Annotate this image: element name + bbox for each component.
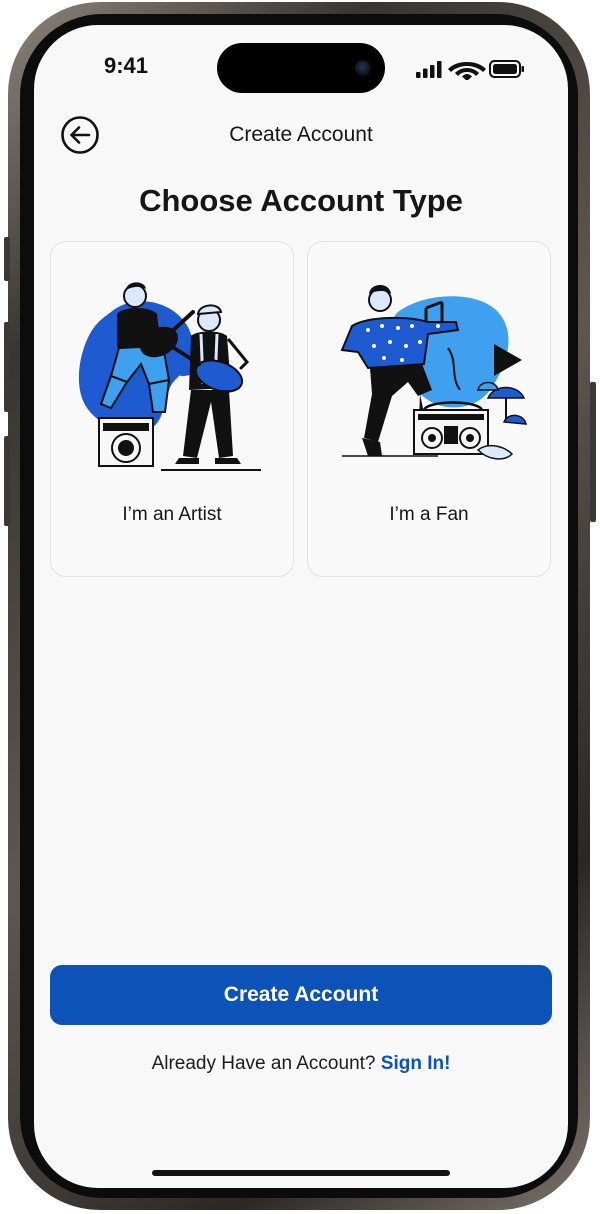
artist-account-card[interactable]: I’m an Artist: [50, 241, 294, 577]
signin-row: Already Have an Account? Sign In!: [34, 1053, 568, 1075]
volume-down-button: [4, 436, 10, 526]
volume-up-button: [4, 322, 10, 412]
create-account-button[interactable]: Create Account: [50, 965, 552, 1025]
status-time: 9:41: [104, 53, 149, 78]
action-button: [4, 237, 10, 281]
battery-icon: [489, 60, 524, 78]
status-icons: [414, 58, 554, 81]
fan-account-card[interactable]: I’m a Fan: [307, 241, 551, 577]
play-icon: [494, 344, 522, 376]
dynamic-island: [217, 43, 385, 93]
signin-prompt: Already Have an Account?: [151, 1053, 376, 1074]
boombox-icon: [413, 401, 489, 455]
wifi-icon: [448, 62, 486, 81]
artist-card-label: I’m an Artist: [122, 504, 222, 525]
power-button: [590, 382, 596, 522]
front-camera: [355, 60, 371, 76]
cellular-signal-icon: [416, 61, 442, 78]
fan-card-label: I’m a Fan: [389, 504, 469, 525]
page-title: Choose Account Type: [139, 183, 463, 218]
home-indicator[interactable]: [152, 1170, 450, 1176]
guitarists-illustration: [78, 282, 261, 471]
app-screen: 9:41 Create Account Choose Account Type …: [34, 25, 568, 1188]
signin-link[interactable]: Sign In!: [381, 1053, 451, 1074]
dancing-fan-illustration: [340, 285, 527, 460]
header-title: Create Account: [229, 123, 373, 146]
